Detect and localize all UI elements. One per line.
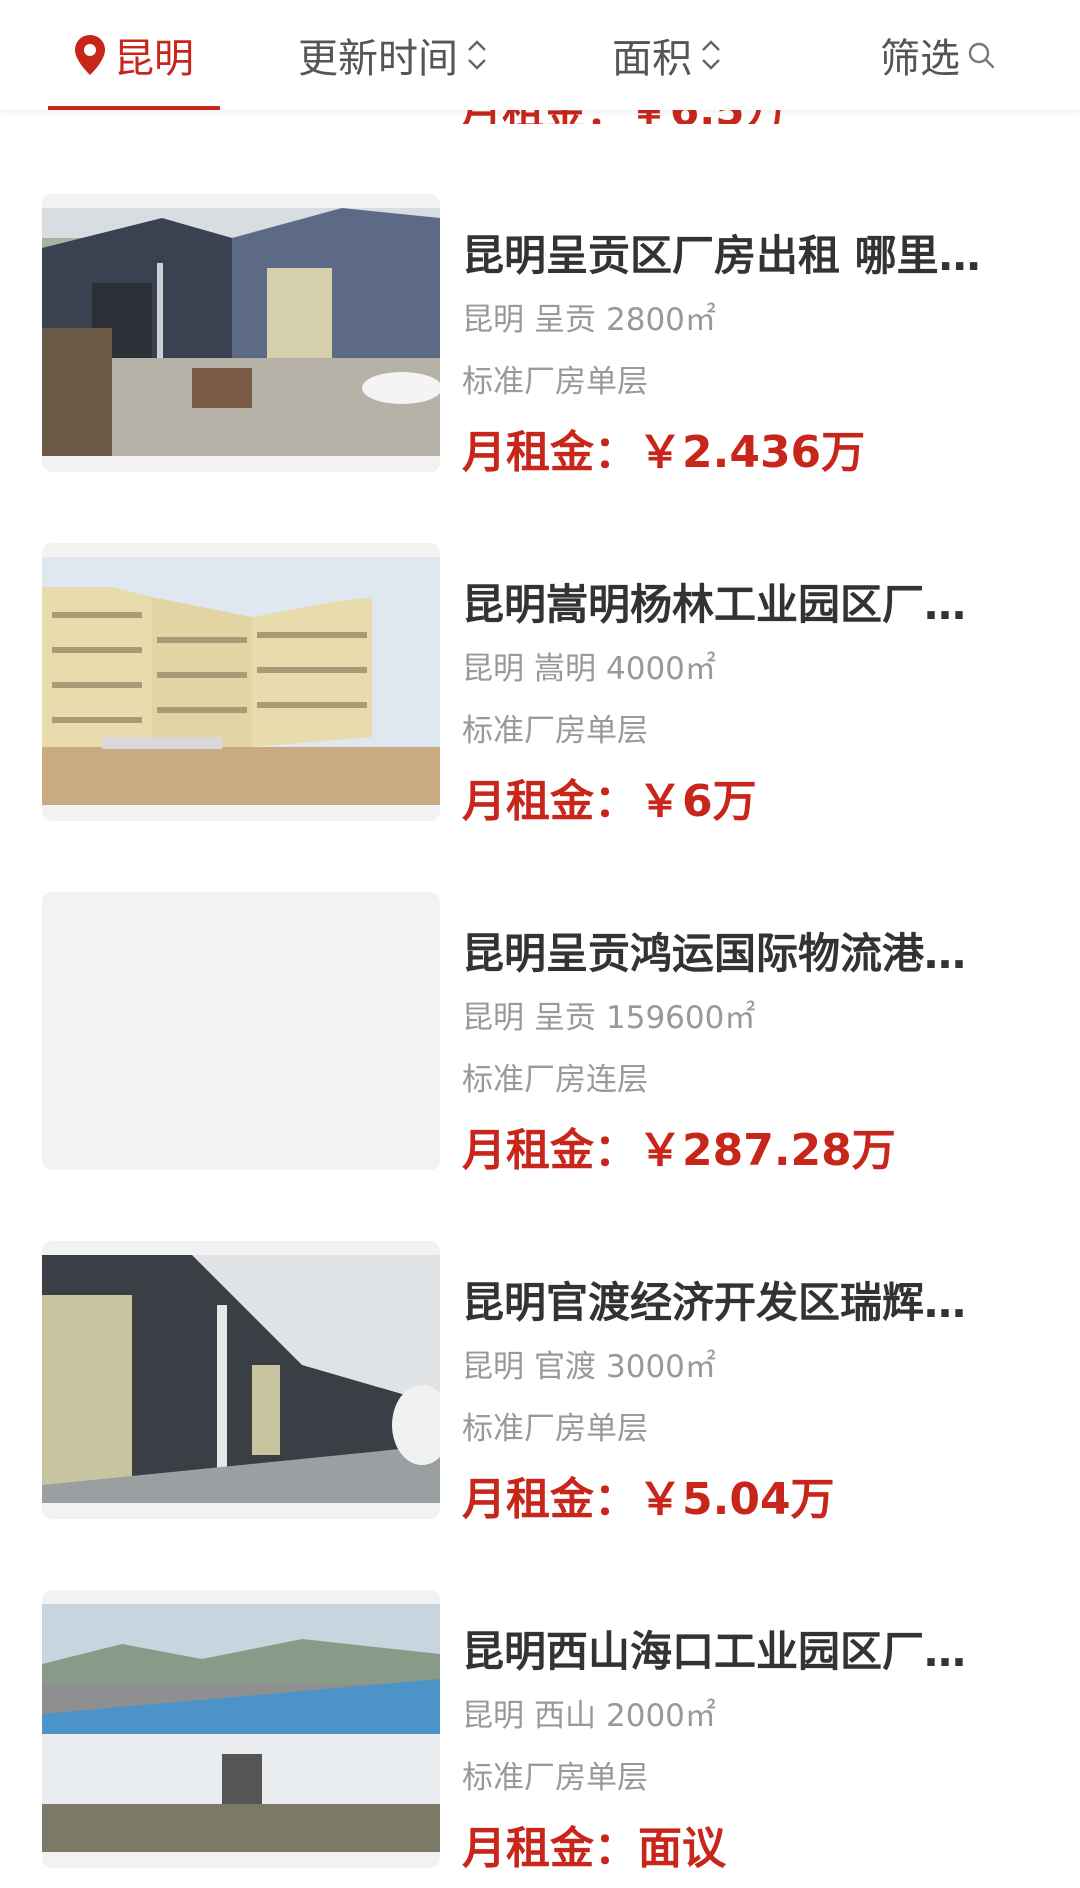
listing-title: 昆明嵩明杨林工业园区厂… xyxy=(462,580,967,629)
listing-card[interactable]: 昆明官渡经济开发区瑞辉… 昆明 官渡 3000㎡ 标准厂房单层 月租金：￥5.04万 xyxy=(0,1241,1080,1531)
listing-rent: 月租金：￥5.04万 xyxy=(462,1463,835,1527)
listing-floors: 单层 xyxy=(586,1760,648,1796)
sort-time-label: 更新时间 xyxy=(298,36,458,82)
rent-label: 月租金： xyxy=(462,1125,638,1176)
rent-value: ￥2.436万 xyxy=(638,427,866,478)
listing-area: 2000㎡ xyxy=(606,1698,716,1734)
active-tab-underline xyxy=(48,106,220,110)
rent-label: 月租金： xyxy=(462,427,638,478)
listing-title: 昆明西山海口工业园区厂… xyxy=(462,1627,967,1676)
listing-rent: 月租金：￥2.436万 xyxy=(462,416,865,480)
image-placeholder xyxy=(42,892,440,1170)
listing-type: 标准厂房 xyxy=(462,364,586,400)
listing-city: 昆明 xyxy=(462,1698,524,1734)
listing-location-area: 昆明 官渡 3000㎡ xyxy=(462,1341,1022,1386)
sort-by-update-time[interactable]: 更新时间 xyxy=(298,0,490,110)
listing-title: 昆明呈贡鸿运国际物流港… xyxy=(462,929,967,978)
listing-page: 月租金：￥6.5万 昆明 更新时间 面积 筛选 xyxy=(0,0,1080,1888)
listing-card[interactable]: 昆明西山海口工业园区厂… 昆明 西山 2000㎡ 标准厂房单层 月租金：面议 xyxy=(0,1590,1080,1880)
listing-tags: 标准厂房单层 xyxy=(462,705,1022,750)
listing-area: 4000㎡ xyxy=(606,651,716,687)
city-selector[interactable]: 昆明 xyxy=(72,0,194,110)
listing-type: 标准厂房 xyxy=(462,1411,586,1447)
listing-title: 昆明呈贡区厂房出租 哪里… xyxy=(462,231,981,280)
listing-type: 标准厂房 xyxy=(462,713,586,749)
listing-rent: 月租金：面议 xyxy=(462,1812,726,1876)
listing-image xyxy=(42,1590,440,1868)
listing-location-area: 昆明 呈贡 159600㎡ xyxy=(462,992,1022,1037)
rent-value: ￥6万 xyxy=(638,776,757,827)
listing-card[interactable]: 昆明嵩明杨林工业园区厂… 昆明 嵩明 4000㎡ 标准厂房单层 月租金：￥6万 xyxy=(0,543,1080,833)
listing-tags: 标准厂房单层 xyxy=(462,1403,1022,1448)
listing-image xyxy=(42,1241,440,1519)
multi-storey-building-photo xyxy=(42,557,440,805)
warehouse-row-photo xyxy=(42,1255,440,1503)
sort-area-label: 面积 xyxy=(612,36,692,82)
rent-label: 月租金： xyxy=(462,776,638,827)
listing-area: 2800㎡ xyxy=(606,302,716,338)
listing-card[interactable]: 昆明呈贡区厂房出租 哪里… 昆明 呈贡 2800㎡ 标准厂房单层 月租金：￥2.43… xyxy=(0,194,1080,484)
listing-location-area: 昆明 西山 2000㎡ xyxy=(462,1690,1022,1735)
listing-title: 昆明官渡经济开发区瑞辉… xyxy=(462,1278,967,1327)
listing-type: 标准厂房 xyxy=(462,1062,586,1098)
listing-district: 呈贡 xyxy=(534,1000,596,1036)
rent-value: 面议 xyxy=(638,1823,726,1874)
listing-rent: 月租金：￥6万 xyxy=(462,765,757,829)
factory-yard-photo xyxy=(42,208,440,456)
listing-city: 昆明 xyxy=(462,651,524,687)
listing-type: 标准厂房 xyxy=(462,1760,586,1796)
listing-tags: 标准厂房单层 xyxy=(462,356,1022,401)
sort-by-area[interactable]: 面积 xyxy=(612,0,724,110)
listing-city: 昆明 xyxy=(462,302,524,338)
listing-district: 官渡 xyxy=(534,1349,596,1385)
listing-floors: 单层 xyxy=(586,713,648,749)
listing-image xyxy=(42,194,440,472)
filter-label: 筛选 xyxy=(880,36,960,82)
listing-tags: 标准厂房单层 xyxy=(462,1752,1022,1797)
listing-area: 159600㎡ xyxy=(606,1000,756,1036)
listing-image xyxy=(42,543,440,821)
listing-tags: 标准厂房连层 xyxy=(462,1054,1022,1099)
rent-value: ￥5.04万 xyxy=(638,1474,835,1525)
listing-area: 3000㎡ xyxy=(606,1349,716,1385)
listing-floors: 单层 xyxy=(586,1411,648,1447)
listing-card[interactable]: 昆明呈贡鸿运国际物流港… 昆明 呈贡 159600㎡ 标准厂房连层 月租金：￥287… xyxy=(0,892,1080,1182)
listing-location-area: 昆明 嵩明 4000㎡ xyxy=(462,643,1022,688)
listing-floors: 单层 xyxy=(586,364,648,400)
filter-bar: 昆明 更新时间 面积 筛选 xyxy=(0,0,1080,110)
location-pin-icon xyxy=(75,35,105,75)
rent-label: 月租金： xyxy=(462,1474,638,1525)
rent-value: ￥287.28万 xyxy=(638,1125,896,1176)
listing-city: 昆明 xyxy=(462,1349,524,1385)
listing-rent: 月租金：￥287.28万 xyxy=(462,1114,896,1178)
listing-district: 呈贡 xyxy=(534,302,596,338)
rent-label: 月租金： xyxy=(462,1823,638,1874)
listing-district: 西山 xyxy=(534,1698,596,1734)
listing-district: 嵩明 xyxy=(534,651,596,687)
city-label: 昆明 xyxy=(114,36,194,82)
listing-city: 昆明 xyxy=(462,1000,524,1036)
search-icon xyxy=(968,42,995,69)
industrial-park-photo xyxy=(42,1604,440,1852)
sort-up-down-icon xyxy=(468,40,486,70)
listing-location-area: 昆明 呈贡 2800㎡ xyxy=(462,294,1022,339)
filter-button[interactable]: 筛选 xyxy=(880,0,996,110)
listing-floors: 连层 xyxy=(586,1062,648,1098)
sort-up-down-icon xyxy=(702,40,720,70)
